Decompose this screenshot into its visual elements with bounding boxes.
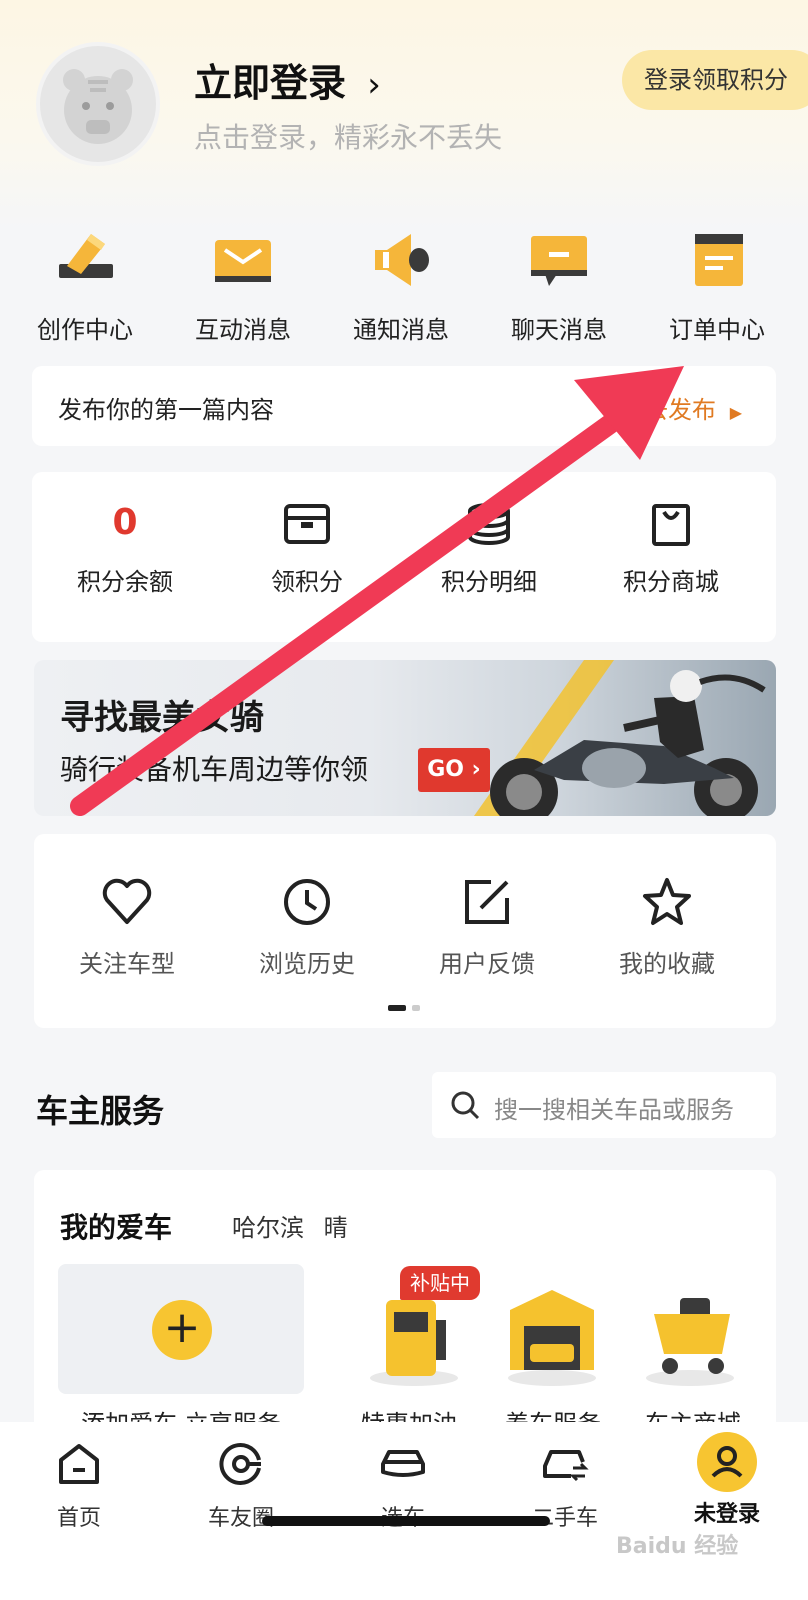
- menu-label: 订单中心: [669, 316, 765, 344]
- login-points-button[interactable]: 登录领取积分: [622, 50, 808, 110]
- publish-bar[interactable]: 发布你的第一篇内容 去发布 ▶: [32, 366, 776, 446]
- browse-history[interactable]: 浏览历史: [214, 876, 400, 979]
- edit-icon: [461, 876, 513, 928]
- nav-home[interactable]: 首页: [14, 1438, 144, 1532]
- triangle-right-icon: ▶: [729, 403, 742, 422]
- shopping-cart-icon[interactable]: [640, 1274, 740, 1390]
- service-search-input[interactable]: 搜一搜相关车品或服务: [432, 1072, 776, 1138]
- megaphone-icon: [369, 228, 433, 292]
- publish-text: 发布你的第一篇内容: [58, 396, 274, 424]
- nav-label: 未登录: [693, 1502, 760, 1527]
- banner-title: 寻找最美女骑: [60, 698, 264, 738]
- points-label: 积分明细: [441, 568, 537, 596]
- points-balance[interactable]: 0 积分余额: [32, 502, 218, 597]
- menu-order-center[interactable]: 订单中心: [642, 228, 792, 345]
- points-mall[interactable]: 积分商城: [578, 502, 764, 597]
- publish-link-text: 去发布: [644, 396, 717, 424]
- login-title[interactable]: 立即登录 ›: [194, 52, 381, 107]
- gift-box-icon: [282, 502, 332, 546]
- city-weather: 哈尔滨 晴: [232, 1208, 348, 1243]
- home-indicator[interactable]: [262, 1516, 550, 1526]
- home-icon: [53, 1438, 105, 1490]
- shortcut-label: 浏览历史: [259, 950, 355, 978]
- points-card: 0 积分余额 领积分 积分明细 积分商城: [32, 472, 776, 642]
- my-car-title: 我的爱车: [60, 1211, 173, 1244]
- chat-bubble-icon: [527, 228, 591, 292]
- shortcut-label: 用户反馈: [439, 950, 535, 978]
- publish-link[interactable]: 去发布 ▶: [644, 390, 742, 425]
- avatar[interactable]: [36, 42, 160, 166]
- menu-label: 互动消息: [195, 316, 291, 344]
- chevron-right-icon: ›: [367, 65, 381, 105]
- shopping-bag-icon: [646, 502, 696, 546]
- weather-text: 晴: [323, 1214, 348, 1242]
- page-indicator: [388, 996, 422, 1011]
- points-balance-value: 0: [112, 502, 138, 543]
- add-car-button[interactable]: +: [58, 1264, 304, 1394]
- pen-icon: [53, 228, 117, 292]
- nav-label: 首页: [56, 1506, 101, 1531]
- order-list-icon: [685, 228, 749, 292]
- coin-stack-icon: [464, 502, 514, 546]
- chevron-right-icon: ›: [464, 757, 481, 782]
- user-feedback[interactable]: 用户反馈: [394, 876, 580, 979]
- city-name: 哈尔滨: [232, 1214, 304, 1242]
- service-title: 车主服务: [36, 1092, 165, 1130]
- menu-interaction-messages[interactable]: 互动消息: [168, 228, 318, 345]
- menu-notifications[interactable]: 通知消息: [326, 228, 476, 345]
- envelope-icon: [211, 228, 275, 292]
- bottom-nav: 首页 车友圈 选车 二手车 未登录: [0, 1422, 808, 1600]
- circle-icon: [215, 1438, 267, 1490]
- motorcycle-rider-image: [474, 660, 766, 816]
- user-icon: [697, 1432, 757, 1492]
- car-icon: [377, 1438, 429, 1490]
- baidu-watermark: Baidu 经验: [616, 1534, 739, 1559]
- search-placeholder: 搜一搜相关车品或服务: [494, 1096, 734, 1124]
- points-label: 积分商城: [623, 568, 719, 596]
- login-subtitle: 点击登录，精彩永不丢失: [194, 121, 503, 154]
- promo-banner[interactable]: 寻找最美女骑 骑行装备机车周边等你领 GO ›: [34, 660, 776, 816]
- my-car-card: 我的爱车 哈尔滨 晴 + 添加爱车 立享服务 补贴中 特惠加油 养车服务 车主商…: [34, 1170, 776, 1430]
- garage-icon[interactable]: [502, 1274, 602, 1390]
- menu-creation-center[interactable]: 创作中心: [10, 228, 160, 345]
- menu-label: 聊天消息: [511, 316, 607, 344]
- menu-label: 创作中心: [37, 316, 133, 344]
- claim-points[interactable]: 领积分: [214, 502, 400, 597]
- menu-label: 通知消息: [353, 316, 449, 344]
- plus-icon: +: [152, 1300, 212, 1360]
- my-favorites[interactable]: 我的收藏: [574, 876, 760, 979]
- go-text: GO: [427, 757, 465, 782]
- points-details[interactable]: 积分明细: [396, 502, 582, 597]
- nav-profile[interactable]: 未登录: [662, 1432, 792, 1528]
- banner-go-button[interactable]: GO ›: [418, 748, 490, 792]
- clock-icon: [281, 876, 333, 928]
- banner-subtitle: 骑行装备机车周边等你领: [60, 753, 369, 786]
- used-car-icon: [539, 1438, 591, 1490]
- fuel-pump-icon[interactable]: [364, 1280, 464, 1390]
- menu-chat-messages[interactable]: 聊天消息: [484, 228, 634, 345]
- star-icon: [641, 876, 693, 928]
- search-icon: [451, 1091, 480, 1120]
- shortcuts-card: 关注车型 浏览历史 用户反馈 我的收藏: [34, 834, 776, 1028]
- points-label: 积分余额: [77, 568, 173, 596]
- heart-icon: [101, 876, 153, 928]
- shortcut-label: 关注车型: [79, 950, 175, 978]
- shortcut-label: 我的收藏: [619, 950, 715, 978]
- login-title-text: 立即登录: [194, 61, 347, 105]
- points-label: 领积分: [271, 568, 343, 596]
- tiger-avatar-icon: [63, 69, 133, 144]
- followed-models[interactable]: 关注车型: [34, 876, 220, 979]
